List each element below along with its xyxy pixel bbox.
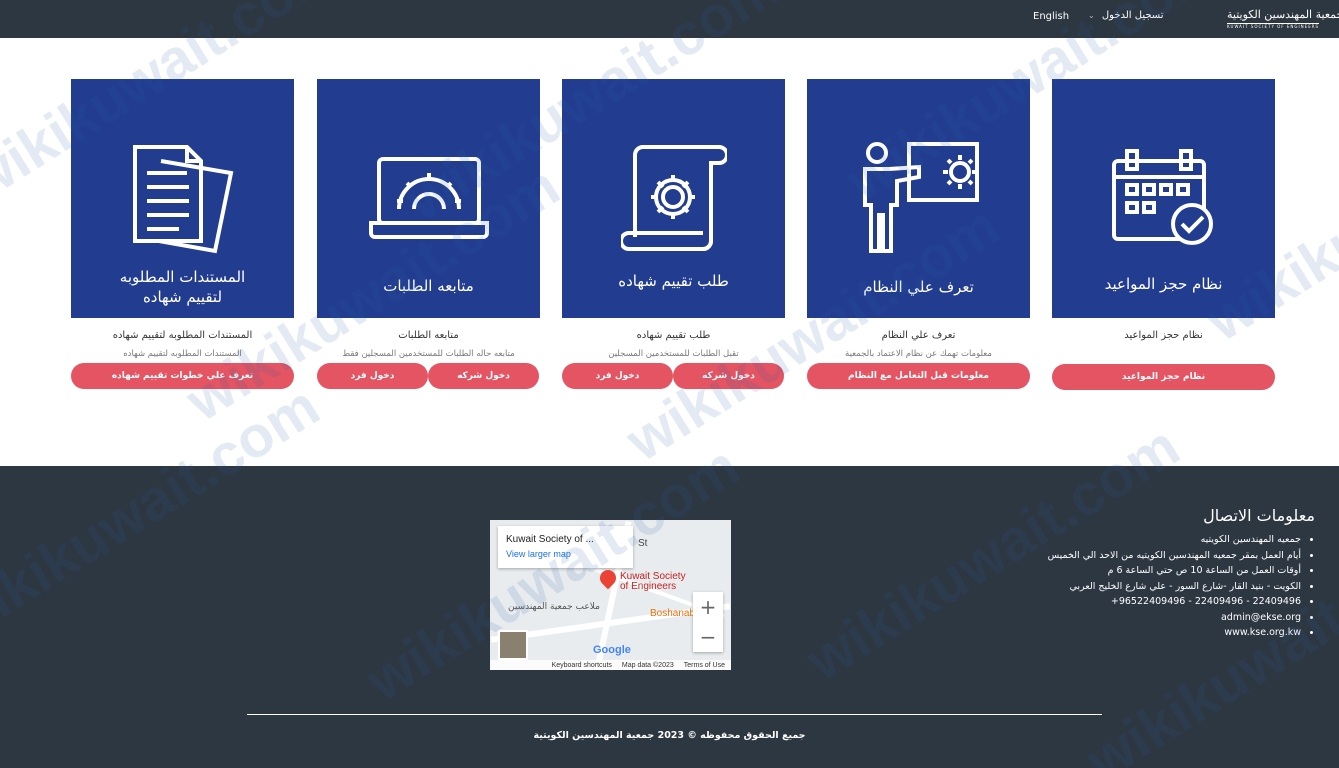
footer: معلومات الاتصال جمعيه المهندسين الكويتيه… bbox=[0, 466, 1339, 768]
contact-title: معلومات الاتصال bbox=[1203, 506, 1315, 525]
map-place-name: Kuwait Society of ... bbox=[506, 534, 594, 545]
card-buttons: دخول فرد دخول شركه bbox=[317, 363, 540, 389]
card-title: نظام حجز المواعيد bbox=[1124, 330, 1203, 341]
card-buttons: دخول فرد دخول شركه bbox=[562, 363, 785, 389]
login-label: تسجيل الدخول bbox=[1101, 10, 1164, 21]
tile-title: طلب تقييم شهاده bbox=[618, 272, 729, 290]
tile-title-line2: لتقييم شهاده bbox=[142, 288, 223, 306]
card-buttons: معلومات قبل التعامل مع النظام bbox=[807, 363, 1030, 389]
presenter-gear-icon bbox=[862, 142, 979, 253]
top-navbar: جمعية المهندسين الكويتية KUWAIT SOCIETY … bbox=[0, 0, 1339, 38]
documents-icon bbox=[132, 145, 233, 254]
contact-website[interactable]: www.kse.org.kw bbox=[1048, 625, 1301, 641]
contact-work-days: أيام العمل بمقر جمعيه المهندسين الكويتيه… bbox=[1048, 548, 1301, 564]
card-tile[interactable]: متابعه الطلبات bbox=[317, 79, 540, 318]
contact-email[interactable]: admin@ekse.org bbox=[1048, 610, 1301, 626]
google-logo: Google bbox=[593, 644, 631, 656]
card-appointments: نظام حجز المواعيد نظام حجز المواعيد نظام… bbox=[1052, 79, 1275, 390]
map-pin-label-line2: of Engineers bbox=[620, 581, 677, 592]
login-dropdown[interactable]: تسجيل الدخول ⌄ bbox=[1088, 10, 1164, 21]
keyboard-shortcuts-link[interactable]: Keyboard shortcuts bbox=[552, 662, 612, 669]
tile-title: نظام حجز المواعيد bbox=[1104, 275, 1223, 293]
card-buttons: نظام حجز المواعيد bbox=[1052, 364, 1275, 390]
card-tile[interactable]: تعرف علي النظام bbox=[807, 79, 1030, 318]
view-larger-map-link[interactable]: View larger map bbox=[506, 549, 625, 559]
company-login-button[interactable]: دخول شركه bbox=[428, 363, 539, 389]
map-place-card: Kuwait Society of ... View larger map bbox=[498, 526, 633, 568]
zoom-in-button[interactable]: + bbox=[693, 592, 723, 622]
laptop-gear-icon bbox=[368, 157, 489, 239]
tile-title: متابعه الطلبات bbox=[383, 277, 474, 295]
map-poi-label: Boshanab bbox=[650, 608, 696, 619]
card-required-documents: المستندات المطلوبه لتقييم شهاده المستندا… bbox=[71, 79, 294, 389]
card-evaluation-request: طلب تقييم شهاده طلب تقييم شهاده تقبل الط… bbox=[562, 79, 785, 389]
map-pin-label: Kuwait Society of Engineers bbox=[620, 572, 686, 592]
card-description: المستندات المطلوبه لتقييم شهاده bbox=[123, 349, 242, 359]
individual-login-button[interactable]: دخول فرد bbox=[317, 363, 428, 389]
individual-login-button[interactable]: دخول فرد bbox=[562, 363, 673, 389]
map-arabic-poi: ملاعب جمعية المهندسين bbox=[508, 602, 600, 612]
google-map[interactable]: St Kuwait Society of ... View larger map… bbox=[490, 520, 731, 670]
company-login-button[interactable]: دخول شركه bbox=[673, 363, 784, 389]
card-description bbox=[1052, 349, 1275, 360]
logo-arabic-text: جمعية المهندسين الكويتية bbox=[1227, 8, 1339, 21]
card-title: المستندات المطلوبه لتقييم شهاده bbox=[112, 330, 253, 341]
map-attribution: Keyboard shortcuts Map data ©2023 Terms … bbox=[490, 660, 731, 670]
logo-english-text: KUWAIT SOCIETY OF ENGINEERS bbox=[1227, 23, 1320, 29]
map-data-text: Map data ©2023 bbox=[621, 661, 674, 669]
kse-logo[interactable]: جمعية المهندسين الكويتية KUWAIT SOCIETY … bbox=[1227, 8, 1339, 34]
card-title: متابعه الطلبات bbox=[398, 330, 459, 341]
language-switch[interactable]: English bbox=[1033, 11, 1069, 22]
evaluation-steps-button[interactable]: تعرف علي خطوات تقييم شهاده bbox=[71, 363, 294, 389]
card-tile[interactable]: المستندات المطلوبه لتقييم شهاده bbox=[71, 79, 294, 318]
calendar-check-icon bbox=[1111, 149, 1213, 245]
zoom-out-button[interactable]: − bbox=[693, 622, 723, 652]
card-description: معلومات تهمك عن نظام الاعتماد بالجمعية bbox=[845, 349, 992, 359]
tile-title-line1: المستندات المطلوبه bbox=[119, 268, 246, 286]
card-title: طلب تقييم شهاده bbox=[636, 330, 711, 341]
card-buttons: تعرف علي خطوات تقييم شهاده bbox=[71, 363, 294, 389]
tile-title: المستندات المطلوبه لتقييم شهاده bbox=[71, 267, 294, 307]
system-info-button[interactable]: معلومات قبل التعامل مع النظام bbox=[807, 363, 1030, 389]
card-about-system: تعرف علي النظام تعرف علي النظام معلومات … bbox=[807, 79, 1030, 389]
copyright-text: جميع الحقوق محفوظه © 2023 جمعية المهندسي… bbox=[533, 730, 806, 741]
footer-divider bbox=[247, 714, 1102, 715]
contact-address: الكويت - بنيد القار -شارع السور - علي شا… bbox=[1048, 579, 1301, 595]
appointments-button[interactable]: نظام حجز المواعيد bbox=[1052, 364, 1275, 390]
chevron-down-icon: ⌄ bbox=[1088, 11, 1095, 20]
terms-of-use-link[interactable]: Terms of Use bbox=[684, 662, 725, 669]
contact-list: جمعيه المهندسين الكويتيه أيام العمل بمقر… bbox=[1048, 532, 1301, 641]
scroll-gear-icon bbox=[620, 145, 727, 251]
tile-title: تعرف علي النظام bbox=[863, 278, 974, 296]
card-description: متابعه حاله الطلبات للمستخدمين المسجلين … bbox=[342, 349, 515, 359]
contact-phone: 22409496 - 22409496 - 96522409496+ bbox=[1048, 594, 1301, 610]
card-tile[interactable]: طلب تقييم شهاده bbox=[562, 79, 785, 318]
card-tile[interactable]: نظام حجز المواعيد bbox=[1052, 79, 1275, 318]
card-description: تقبل الطلبات للمستخدمين المسجلين bbox=[608, 349, 739, 359]
card-track-requests: متابعه الطلبات متابعه الطلبات متابعه حال… bbox=[317, 79, 540, 389]
contact-org-name: جمعيه المهندسين الكويتيه bbox=[1048, 532, 1301, 548]
contact-work-hours: أوقات العمل من الساعة 10 ص حتي الساعة 6 … bbox=[1048, 563, 1301, 579]
map-street-label: St bbox=[638, 538, 648, 549]
card-title: تعرف علي النظام bbox=[881, 330, 956, 341]
street-view-thumbnail[interactable] bbox=[498, 630, 528, 660]
map-zoom-control: + − bbox=[693, 592, 723, 652]
